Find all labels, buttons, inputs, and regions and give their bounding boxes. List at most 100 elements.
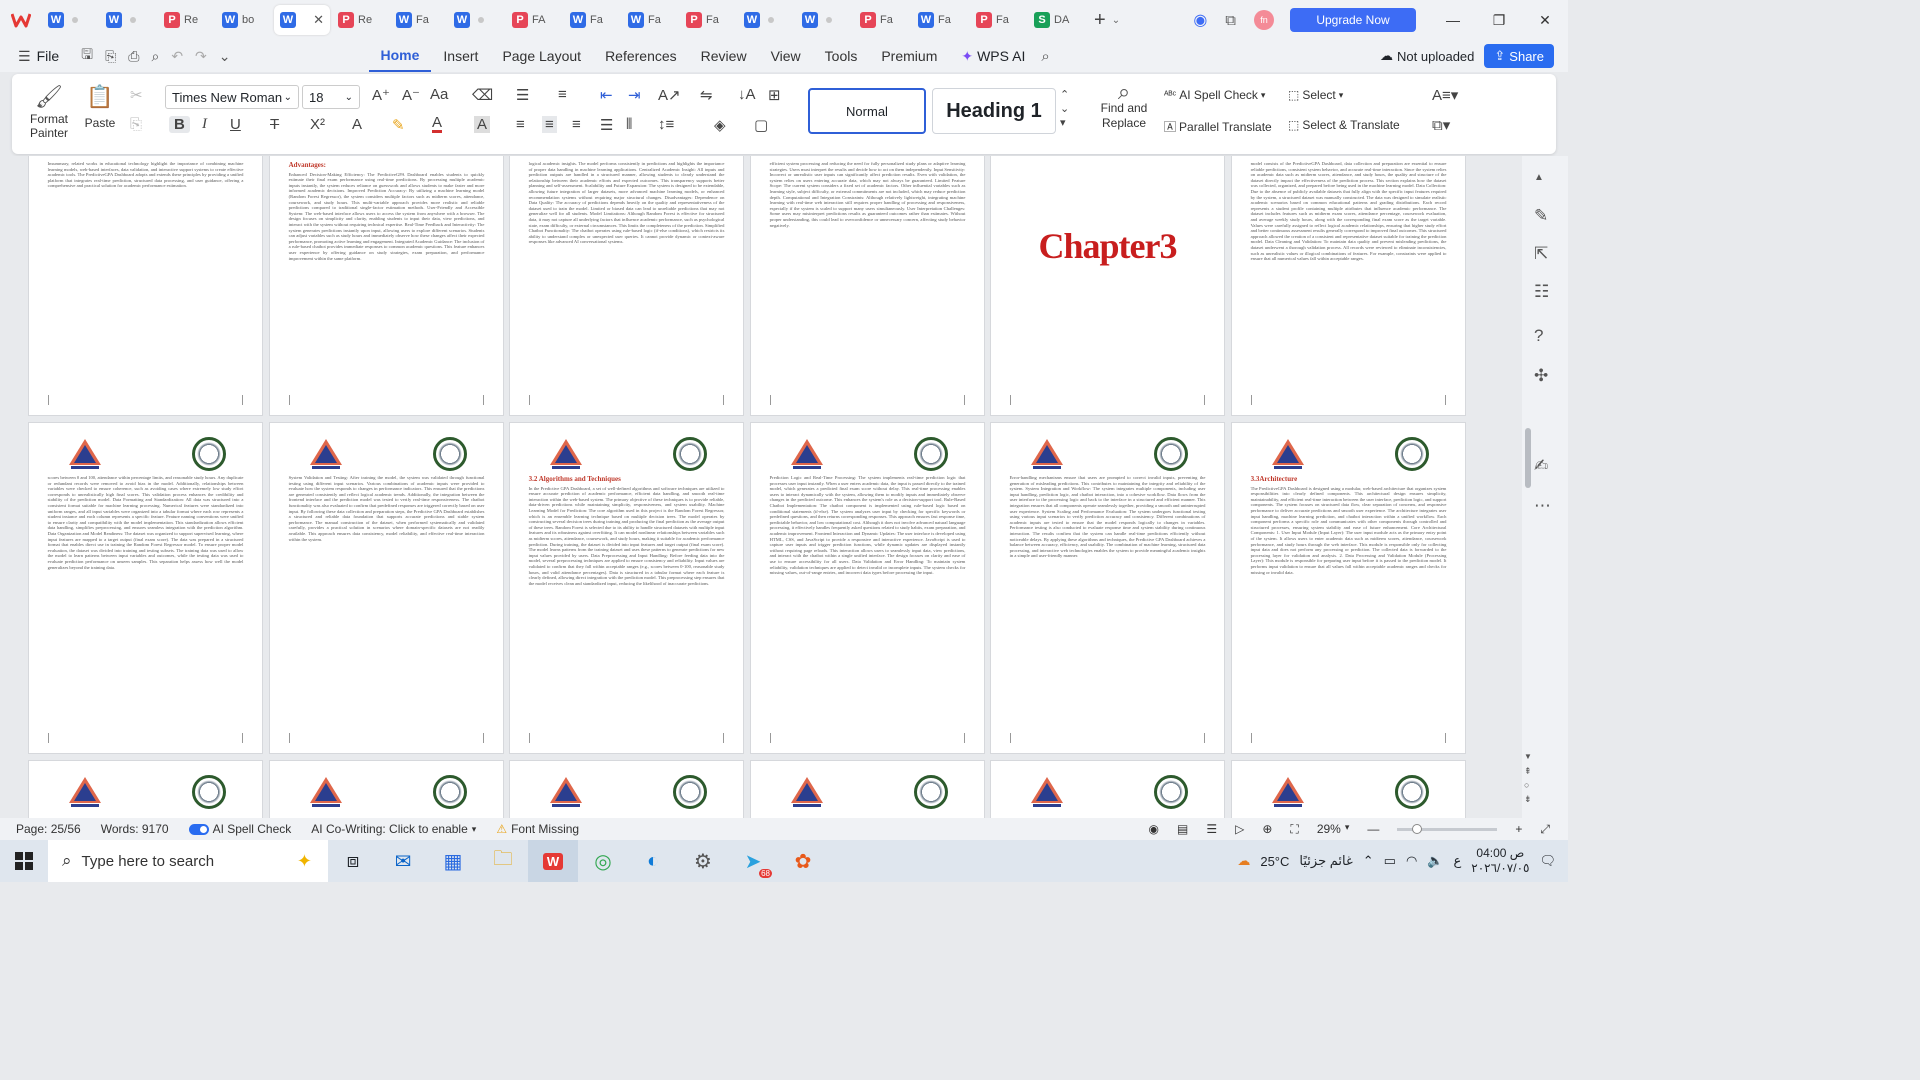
store-icon[interactable]: ▦ [428, 840, 478, 882]
chevron-down-icon[interactable]: ⌄ [1112, 15, 1120, 26]
file-explorer-icon[interactable]: 🗀 [478, 840, 528, 882]
borders-icon[interactable]: ▢ [754, 116, 768, 134]
app-icon[interactable]: ✿ [778, 840, 828, 882]
zoom-level[interactable]: 29% ▾ [1317, 822, 1350, 836]
tab-page-layout[interactable]: Page Layout [490, 40, 593, 72]
increase-font-icon[interactable]: A⁺ [372, 86, 390, 104]
parallel-translate-button[interactable]: 🄰 Parallel Translate [1164, 118, 1272, 135]
zoom-out-button[interactable]: — [1367, 822, 1379, 836]
outline-view-icon[interactable]: ☰ [1206, 822, 1217, 836]
arrange-icon[interactable]: ⧉▾ [1432, 116, 1450, 134]
document-page[interactable]: 3.3Architecture The PredictiveGPA Dashboa… [1231, 422, 1466, 754]
document-tab[interactable]: P Re [158, 5, 214, 35]
task-view-icon[interactable]: ⧈ [328, 840, 378, 882]
line-spacing-icon[interactable]: ↕≡ [658, 116, 674, 133]
shading-icon[interactable]: ◈ [714, 116, 726, 134]
text-effect-icon[interactable]: A [352, 116, 362, 133]
document-tab[interactable]: W Fa [390, 5, 446, 35]
document-page[interactable]: efficient system processing and reducing… [750, 156, 985, 416]
decrease-indent-icon[interactable]: ⇤ [600, 86, 613, 104]
chrome-icon[interactable]: ◎ [578, 840, 628, 882]
document-page[interactable] [750, 760, 985, 818]
document-tab[interactable]: P Re [332, 5, 388, 35]
decrease-font-icon[interactable]: A⁻ [402, 86, 420, 104]
document-tab[interactable]: P Fa [970, 5, 1026, 35]
new-tab-button[interactable]: + [1094, 9, 1106, 32]
superscript-button[interactable]: X² [310, 116, 325, 133]
export-icon[interactable]: ⎘ [105, 48, 116, 65]
sort-icon[interactable]: ↓A [738, 86, 756, 103]
distributed-icon[interactable]: ⫴ [626, 116, 632, 133]
paste-button[interactable]: 📋 Paste [80, 84, 120, 130]
numbered-list-icon[interactable]: ≡ [558, 86, 567, 103]
character-shading-icon[interactable]: A [474, 116, 491, 133]
scrollbar-thumb[interactable] [1525, 428, 1531, 488]
tools-icon[interactable]: ✣ [1534, 366, 1548, 386]
scroll-down-icon[interactable]: ▼ [1524, 752, 1532, 761]
wps-ai-button[interactable]: ✦ WPS AI [961, 48, 1025, 65]
document-page[interactable] [269, 760, 504, 818]
font-size-select[interactable]: 18 ⌄ [302, 85, 360, 109]
outlook-icon[interactable]: ✉ [378, 840, 428, 882]
select-translate-button[interactable]: ⬚ Select & Translate [1288, 118, 1400, 132]
redo-icon[interactable]: ↷ [195, 48, 207, 65]
not-uploaded-status[interactable]: ☁ Not uploaded [1380, 48, 1474, 64]
select-button[interactable]: ⬚ Select ▾ [1288, 88, 1343, 102]
close-window-button[interactable]: ✕ [1522, 12, 1568, 29]
copy-icon[interactable]: ⎘ [130, 116, 142, 133]
bullet-list-icon[interactable]: ☰ [516, 86, 529, 104]
word-count[interactable]: Words: 9170 [91, 822, 179, 836]
assistant-icon[interactable]: ◉ [1193, 10, 1207, 30]
minimize-button[interactable]: — [1430, 12, 1476, 28]
close-tab-icon[interactable]: ✕ [313, 12, 324, 28]
show-marks-icon[interactable]: ⊞ [768, 86, 781, 104]
more-icon[interactable]: ⋯ [1534, 496, 1551, 516]
document-tab[interactable]: S DA [1028, 5, 1084, 35]
volume-icon[interactable]: 🔈 [1427, 853, 1443, 869]
find-replace-button[interactable]: ⌕ Find and Replace [1098, 81, 1150, 131]
web-view-icon[interactable]: ⊕ [1262, 822, 1272, 836]
weather-temp[interactable]: 25°C [1260, 854, 1289, 869]
line-break-icon[interactable]: ⇋ [700, 86, 713, 104]
align-center-icon[interactable]: ≡ [542, 116, 557, 133]
format-painter-button[interactable]: 🖌 Format Painter [26, 84, 72, 140]
hamburger-icon[interactable]: ☰ [18, 48, 31, 65]
clock[interactable]: 04:00 ص ٢٠٢٦/٠٧/٠٥ [1471, 846, 1529, 876]
maximize-button[interactable]: ❐ [1476, 12, 1522, 29]
eye-protection-icon[interactable]: ◉ [1149, 822, 1159, 836]
style-heading-1[interactable]: Heading 1 [932, 88, 1056, 134]
highlight-icon[interactable]: ✎ [392, 116, 405, 134]
window-layout-icon[interactable]: ⧉ [1225, 12, 1236, 29]
font-color-icon[interactable]: A [432, 115, 443, 133]
undo-icon[interactable]: ↶ [171, 48, 183, 65]
wifi-icon[interactable]: ◠ [1406, 853, 1417, 869]
text-tools-icon[interactable]: A≡▾ [1432, 86, 1458, 104]
scroll-up-icon[interactable]: ▲ [1534, 172, 1544, 183]
tab-insert[interactable]: Insert [431, 40, 490, 72]
zoom-slider-knob[interactable] [1411, 823, 1422, 834]
zoom-slider[interactable] [1397, 823, 1498, 834]
align-right-icon[interactable]: ≡ [572, 116, 581, 133]
battery-icon[interactable]: ▭ [1384, 853, 1396, 869]
document-page[interactable]: logical academic insights. The model per… [509, 156, 744, 416]
document-tab[interactable]: W [42, 5, 98, 35]
document-page[interactable]: Chapter3 [990, 156, 1225, 416]
document-page[interactable]: Prediction Logic and Real-Time Processin… [750, 422, 985, 754]
edge-icon[interactable]: ◐ [628, 840, 678, 882]
text-direction-icon[interactable]: A↗ [658, 86, 681, 104]
telegram-icon[interactable]: ➤ 68 [728, 840, 778, 882]
font-name-select[interactable]: Times New Roman ⌄ [165, 85, 299, 109]
document-tab[interactable]: W ✕ [274, 5, 330, 35]
page-indicator[interactable]: Page: 25/56 [0, 822, 91, 836]
document-tab[interactable]: W [738, 5, 794, 35]
font-missing-button[interactable]: ⚠ Font Missing [486, 822, 589, 836]
notifications-icon[interactable]: 🗨 [1539, 853, 1556, 869]
change-case-icon[interactable]: Aa [430, 86, 448, 103]
quick-access-more-icon[interactable]: ⌄ [219, 48, 231, 65]
justify-icon[interactable]: ☰ [600, 116, 613, 134]
pen-icon[interactable]: ✎ [1534, 206, 1548, 226]
style-normal[interactable]: Normal [808, 88, 926, 134]
document-area[interactable]: Insummary, related works in educational … [0, 156, 1522, 818]
document-tab[interactable]: W Fa [622, 5, 678, 35]
document-page[interactable]: 3.2 Algorithms and Techniques In the Pred… [509, 422, 744, 754]
